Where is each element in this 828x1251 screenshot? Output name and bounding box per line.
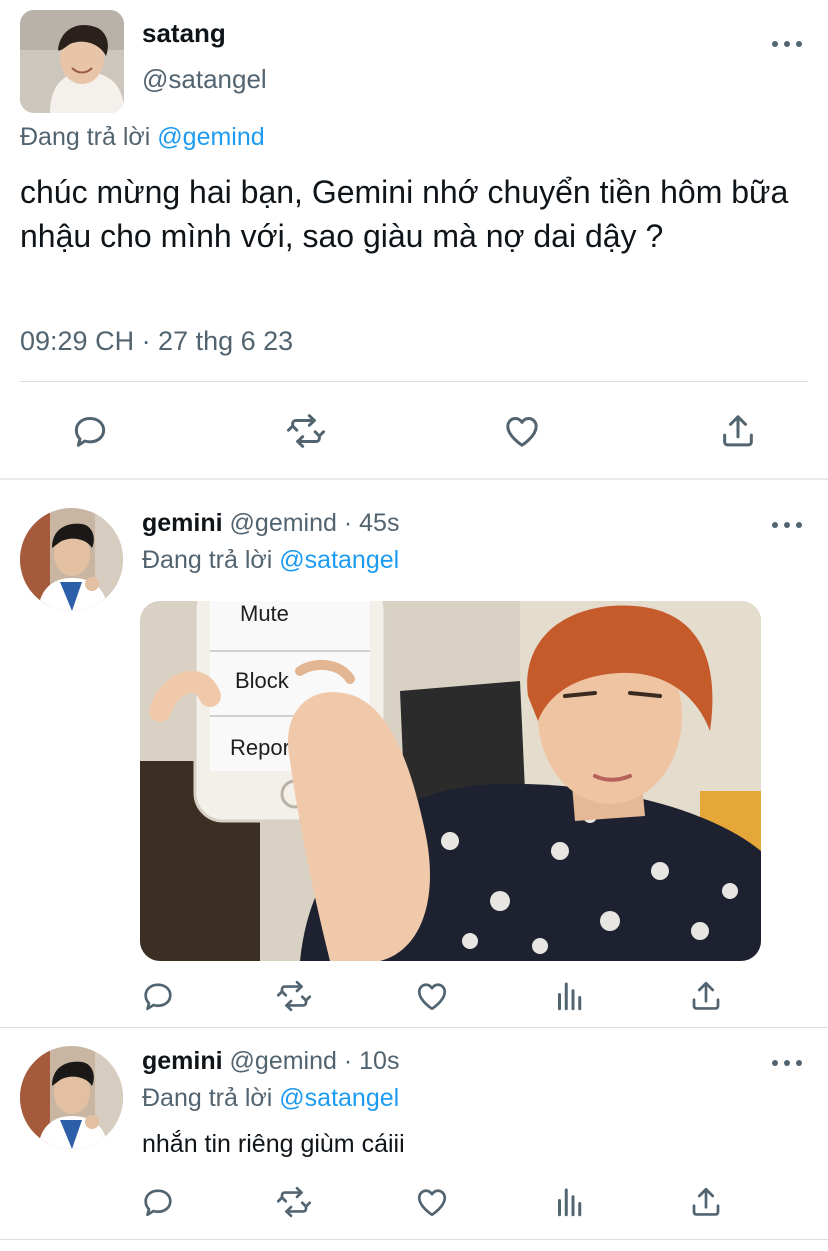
tweet-time[interactable]: 10s [359, 1047, 399, 1075]
views-icon[interactable] [550, 1182, 590, 1222]
reply-icon[interactable] [68, 409, 112, 453]
share-icon[interactable] [686, 976, 726, 1016]
retweet-icon[interactable] [274, 976, 314, 1016]
reply-tweet: gemini @gemind · 45s Đang trả lời @satan… [0, 480, 828, 1028]
author-name[interactable]: gemini [142, 1047, 223, 1075]
author-handle[interactable]: @gemind [230, 1047, 337, 1075]
divider [0, 1239, 828, 1240]
author-handle[interactable]: @gemind [230, 509, 337, 537]
mention-link[interactable]: @satangel [279, 1084, 399, 1112]
separator-dot: · [343, 1047, 353, 1075]
replying-prefix: Đang trả lời [20, 123, 151, 151]
author-name[interactable]: gemini [142, 509, 223, 537]
more-options-icon[interactable] [772, 1057, 802, 1069]
tweet-text: nhắn tin riêng giùm cáiii [142, 1130, 405, 1158]
menu-item-mute: Mute [240, 601, 289, 626]
author-name[interactable]: satang [142, 18, 226, 49]
like-icon[interactable] [412, 976, 452, 1016]
mention-link[interactable]: @satangel [279, 546, 399, 574]
tweet-timestamp[interactable]: 09:29 CH · 27 thg 6 23 [20, 326, 293, 357]
tweet-time[interactable]: 45s [359, 509, 399, 537]
retweet-icon[interactable] [284, 409, 328, 453]
avatar[interactable] [20, 1046, 123, 1149]
like-icon[interactable] [500, 409, 544, 453]
replying-to: Đang trả lời @gemind [20, 123, 265, 152]
avatar[interactable] [20, 10, 124, 113]
author-handle[interactable]: @satangel [142, 64, 267, 95]
avatar[interactable] [20, 508, 123, 611]
replying-to: Đang trả lời @satangel [142, 1084, 399, 1113]
tweet-text: chúc mừng hai bạn, Gemini nhớ chuyển tiề… [20, 174, 789, 254]
replying-prefix: Đang trả lời [142, 1084, 273, 1112]
tweet-actions [0, 400, 828, 462]
reply-header: gemini @gemind · 45s [142, 509, 399, 538]
tweet-media-image[interactable]: Mute Block Report [140, 601, 761, 961]
replying-to: Đang trả lời @satangel [142, 546, 399, 575]
share-icon[interactable] [686, 1182, 726, 1222]
reply-icon[interactable] [138, 976, 178, 1016]
mention-link[interactable]: @gemind [157, 123, 264, 151]
retweet-icon[interactable] [274, 1182, 314, 1222]
replying-prefix: Đang trả lời [142, 546, 273, 574]
separator-dot: · [343, 509, 353, 537]
menu-item-report: Report [230, 735, 296, 760]
reply-header: gemini @gemind · 10s [142, 1047, 399, 1076]
like-icon[interactable] [412, 1182, 452, 1222]
divider [20, 381, 808, 382]
reply-tweet: gemini @gemind · 10s Đang trả lời @satan… [0, 1028, 828, 1251]
menu-item-block: Block [235, 668, 290, 693]
reply-icon[interactable] [138, 1182, 178, 1222]
more-options-icon[interactable] [772, 38, 802, 50]
share-icon[interactable] [716, 409, 760, 453]
more-options-icon[interactable] [772, 519, 802, 531]
main-tweet: satang @satangel Đang trả lời @gemind ch… [0, 0, 828, 480]
views-icon[interactable] [550, 976, 590, 1016]
